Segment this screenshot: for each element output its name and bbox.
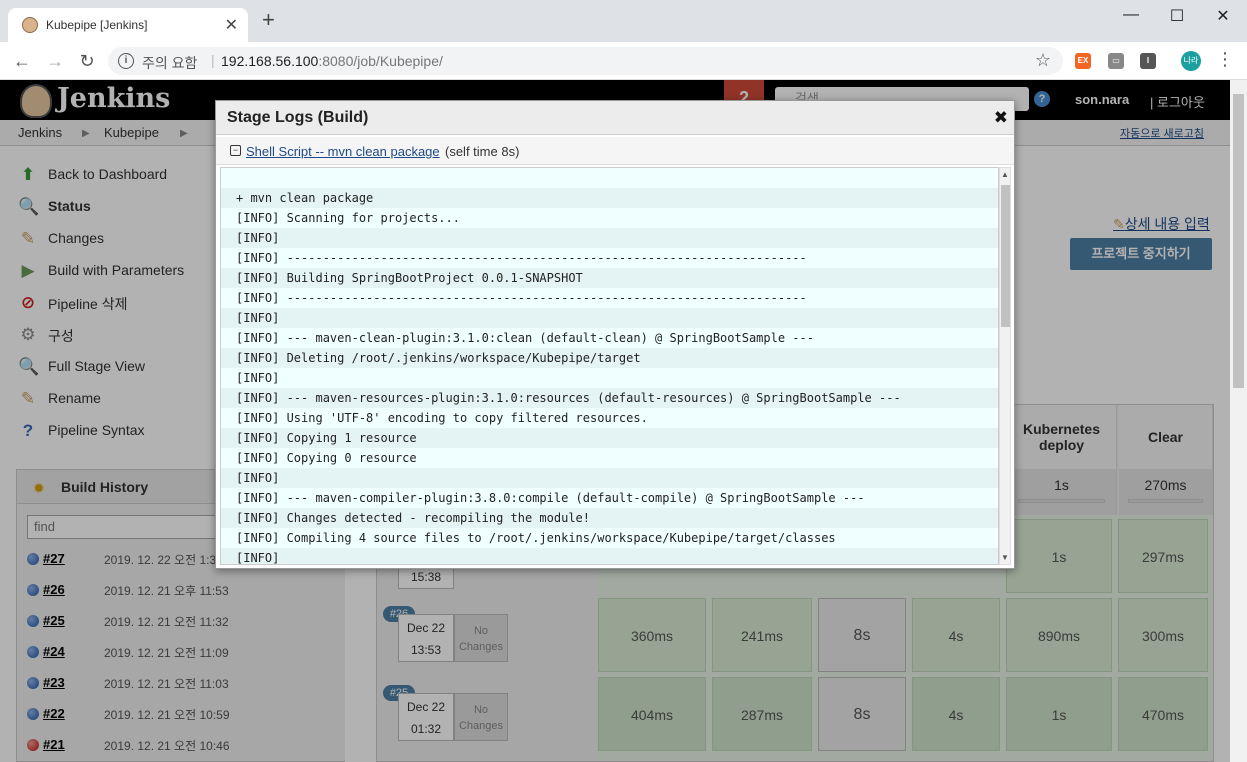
log-line: [INFO] --- maven-compiler-plugin:3.8.0:c…	[221, 488, 998, 508]
log-line: + mvn clean package	[221, 188, 998, 208]
log-line: [INFO] ---------------------------------…	[221, 248, 998, 268]
log-line: [INFO] Copying 1 resource	[221, 428, 998, 448]
page-scrollbar[interactable]	[1230, 80, 1247, 762]
dialog-title: Stage Logs (Build)	[227, 109, 369, 126]
back-icon[interactable]: ←	[12, 51, 32, 71]
log-scrollbar[interactable]: ▲ ▼	[999, 167, 1011, 565]
minimize-icon[interactable]: —	[1116, 6, 1146, 24]
close-tab-icon[interactable]: ✕	[225, 15, 238, 35]
log-line: [INFO] Building SpringBootProject 0.0.1-…	[221, 268, 998, 288]
scroll-thumb[interactable]	[1001, 185, 1010, 327]
collapse-toggle-icon[interactable]: −	[230, 145, 241, 156]
maximize-icon[interactable]: ☐	[1162, 6, 1192, 26]
tab-title: Kubepipe [Jenkins]	[46, 18, 148, 32]
jenkins-favicon-icon	[22, 17, 38, 33]
omnibox-divider: |	[211, 52, 215, 68]
info-icon[interactable]: i	[118, 53, 134, 69]
log-line: [INFO] --- maven-resources-plugin:3.1.0:…	[221, 388, 998, 408]
log-line: [INFO] --- maven-clean-plugin:3.1.0:clea…	[221, 328, 998, 348]
log-line	[221, 168, 998, 188]
browser-tab-strip: Kubepipe [Jenkins] ✕ + — ☐ ✕	[0, 0, 1247, 42]
bookmark-star-icon[interactable]: ☆	[1035, 50, 1051, 71]
url-text[interactable]: 192.168.56.100:8080/job/Kubepipe/	[221, 53, 443, 69]
log-line: [INFO]	[221, 228, 998, 248]
reload-icon[interactable]: ↻	[77, 51, 97, 71]
log-step-row: − Shell Script -- mvn clean package (sel…	[216, 137, 1014, 165]
forward-icon[interactable]: →	[45, 51, 65, 71]
log-line: [INFO] Compiling 4 source files to /root…	[221, 528, 998, 548]
log-line: [INFO] Changes detected - recompiling th…	[221, 508, 998, 528]
dialog-header: Stage Logs (Build) ✖	[216, 101, 1014, 135]
info-extension-icon[interactable]: I	[1140, 53, 1156, 69]
scroll-up-icon[interactable]: ▲	[1001, 170, 1009, 179]
menu-kebab-icon[interactable]: ⋮	[1216, 49, 1234, 70]
reader-extension-icon[interactable]: ▭	[1108, 53, 1124, 69]
profile-avatar[interactable]: 나라	[1181, 51, 1201, 71]
browser-tab[interactable]: Kubepipe [Jenkins] ✕	[8, 8, 248, 42]
log-line: [INFO] Using 'UTF-8' encoding to copy fi…	[221, 408, 998, 428]
new-tab-button[interactable]: +	[262, 9, 275, 31]
log-line: [INFO] Copying 0 resource	[221, 448, 998, 468]
log-line: [INFO] Deleting /root/.jenkins/workspace…	[221, 348, 998, 368]
address-bar-row: ← → ↻ i 주의 요함 | 192.168.56.100:8080/job/…	[0, 42, 1247, 80]
stage-logs-dialog: Stage Logs (Build) ✖ − Shell Script -- m…	[215, 100, 1015, 569]
close-window-icon[interactable]: ✕	[1208, 6, 1238, 26]
step-link[interactable]: Shell Script -- mvn clean package	[246, 144, 440, 159]
log-line: [INFO]	[221, 548, 998, 564]
security-warning[interactable]: 주의 요함	[142, 53, 197, 73]
ex-extension-icon[interactable]: EX	[1075, 53, 1091, 69]
log-line: [INFO]	[221, 468, 998, 488]
console-log[interactable]: + mvn clean package [INFO] Scanning for p…	[220, 167, 999, 565]
url-path: :8080/job/Kubepipe/	[318, 53, 443, 69]
log-line: [INFO] Scanning for projects...	[221, 208, 998, 228]
url-host: 192.168.56.100	[221, 53, 319, 69]
step-self-time: (self time 8s)	[445, 144, 520, 159]
page-scroll-thumb[interactable]	[1233, 94, 1244, 388]
log-line: [INFO] ---------------------------------…	[221, 288, 998, 308]
scroll-down-icon[interactable]: ▼	[1001, 553, 1009, 562]
omnibox[interactable]: i 주의 요함 | 192.168.56.100:8080/job/Kubepi…	[108, 47, 1063, 75]
close-icon[interactable]: ✖	[994, 108, 1008, 128]
log-line: [INFO]	[221, 308, 998, 328]
log-line: [INFO]	[221, 368, 998, 388]
